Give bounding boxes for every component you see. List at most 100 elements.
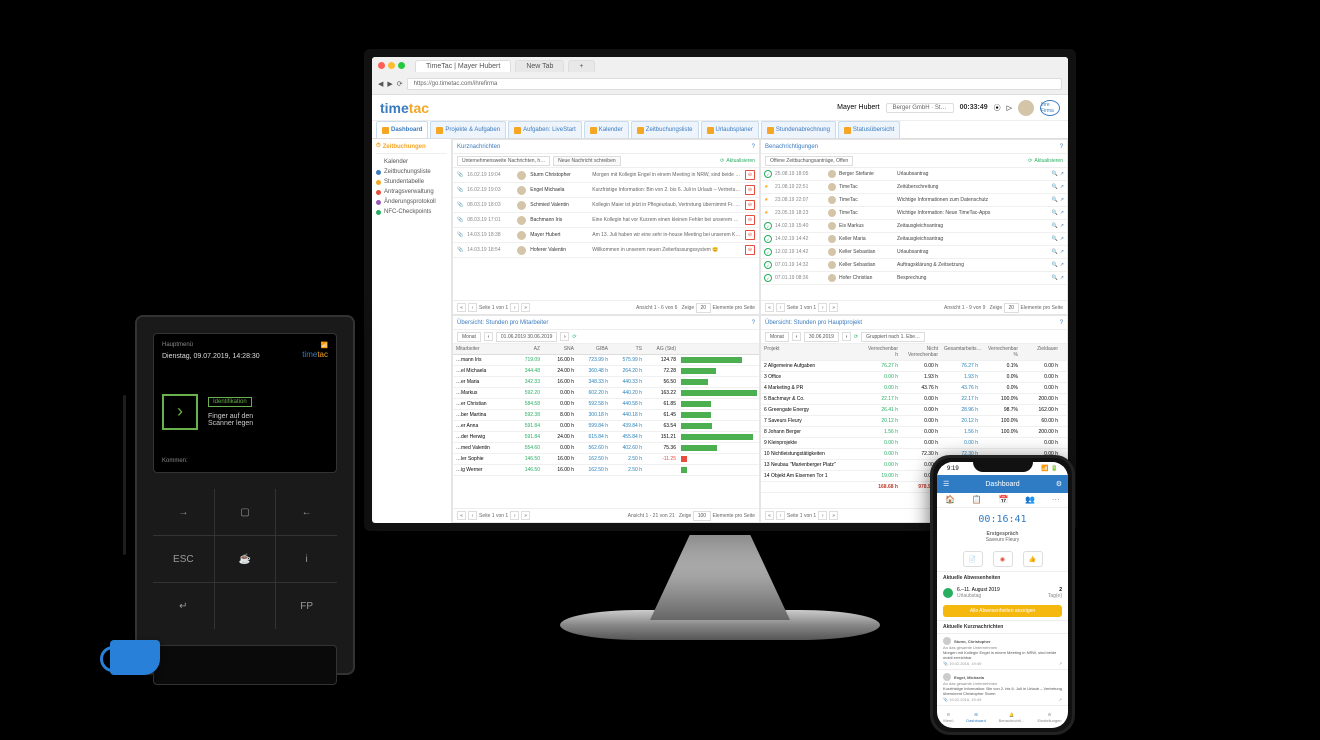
period-select[interactable]: Monat <box>457 332 481 342</box>
refresh-button[interactable]: ⟳ <box>572 334 576 340</box>
delete-icon[interactable]: ⊖ <box>745 215 755 225</box>
table-row[interactable]: …ber Martina592.388.00 h300.18 h440.18 h… <box>453 410 759 421</box>
search-icon[interactable]: 🔍 <box>1052 223 1058 229</box>
pager[interactable]: «‹Seite 1 von 1›» <box>765 511 838 520</box>
search-icon[interactable]: 🔍 <box>1052 210 1058 216</box>
refresh-button[interactable]: ⟳ Aktualisieren <box>1028 158 1063 164</box>
pager[interactable]: «‹Seite 1 von 1›» <box>457 303 530 312</box>
table-row[interactable]: …der Herwig591.8424.00 h615.84 h455.84 h… <box>453 432 759 443</box>
table-row[interactable]: …mann Iris719.0916.00 h723.99 h575.99 h1… <box>453 355 759 366</box>
sidebar-item[interactable]: Stundentabelle <box>376 177 447 187</box>
search-icon[interactable]: 🔍 <box>1052 249 1058 255</box>
table-row[interactable]: 6 Greengate Energy26.41 h0.00 h28.96 h98… <box>761 405 1067 416</box>
table-row[interactable]: 9 Kleinprojekte0.00 h0.00 h0.00 h0.00 h <box>761 438 1067 449</box>
date-range[interactable]: 01.06.2019 30.06.2019 <box>496 332 557 342</box>
message-row[interactable]: 📎14.03.19 18:38Mayer HubertAm 13. Juli h… <box>453 228 759 243</box>
help-icon[interactable]: ? <box>1060 320 1063 326</box>
notification-row[interactable]: ✓14.02.19 14:42Keller MariaZeitausgleich… <box>761 233 1067 246</box>
gear-icon[interactable]: ⚙ <box>1056 480 1062 488</box>
page-size[interactable]: 20 <box>696 303 712 313</box>
nav-tab[interactable]: Statusübersicht <box>838 121 900 138</box>
search-icon[interactable]: 🔍 <box>1052 197 1058 203</box>
open-icon[interactable]: ↗ <box>1060 236 1064 242</box>
sidebar-item[interactable]: Änderungsprotokoll <box>376 197 447 207</box>
table-row[interactable]: …el Michaela344.4824.00 h360.48 h264.20 … <box>453 366 759 377</box>
pager[interactable]: «‹Seite 1 von 1›» <box>457 511 530 520</box>
stop-button[interactable]: ◉ <box>993 551 1013 567</box>
table-row[interactable]: 4 Marketing & PR0.00 h43.76 h43.76 h0.0%… <box>761 383 1067 394</box>
nav-tab[interactable]: Kalender <box>584 121 629 138</box>
prev-period[interactable]: ‹ <box>792 332 801 341</box>
table-row[interactable]: …ig Werner146.5016.00 h162.50 h2.50 h <box>453 465 759 476</box>
open-icon[interactable]: ↗ <box>1060 197 1064 203</box>
sidebar-item[interactable]: Kalender <box>376 157 447 167</box>
nav-fwd-icon[interactable]: ▶ <box>387 80 392 88</box>
phone-nav-item[interactable]: 🔔Benachrichti… <box>999 712 1025 723</box>
phone-nav-item[interactable]: ☰Menü <box>943 712 953 723</box>
help-icon[interactable]: ? <box>752 144 755 150</box>
message-row[interactable]: 📎08.03.19 18:03Schmied ValentinKollegin … <box>453 198 759 213</box>
table-row[interactable]: 7 Saveurs Fleury20.12 h0.00 h20.12 h100.… <box>761 416 1067 427</box>
list-button[interactable]: 📄 <box>963 551 983 567</box>
open-icon[interactable]: ↗ <box>1060 262 1064 268</box>
notification-row[interactable]: ✓14.02.19 15:40Eis MarkusZeitausgleichsa… <box>761 220 1067 233</box>
group-select[interactable]: Gruppiert nach 1. Ebe… <box>861 332 925 342</box>
next-period[interactable]: › <box>842 332 851 341</box>
nav-tab[interactable]: Zeitbuchungsliste <box>631 121 699 138</box>
date-range[interactable]: 30.06.2019 <box>804 332 839 342</box>
come-arrow-icon[interactable]: › <box>162 394 198 430</box>
table-row[interactable]: …Markus592.200.00 h602.20 h440.20 h163.2… <box>453 388 759 399</box>
open-icon[interactable]: ↗ <box>1060 184 1064 190</box>
delete-icon[interactable]: ⊖ <box>745 170 755 180</box>
url-bar[interactable]: https://go.timetac.com/ihrefirma <box>407 78 1062 90</box>
timer-play-icon[interactable]: ▷ <box>1007 104 1012 112</box>
share-icon[interactable]: ↗ <box>1059 661 1062 666</box>
message-row[interactable]: 📎14.03.19 18:54Hoferer ValentinWillkomme… <box>453 243 759 258</box>
delete-icon[interactable]: ⊖ <box>745 200 755 210</box>
pause-button[interactable]: 👍 <box>1023 551 1043 567</box>
terminal-key[interactable]: ← <box>276 489 337 535</box>
nav-tab[interactable]: Urlaubsplaner <box>701 121 759 138</box>
sidebar-item[interactable]: Antragsverwaltung <box>376 187 447 197</box>
nav-tab[interactable]: Stundenabrechnung <box>761 121 836 138</box>
nav-tab[interactable]: Dashboard <box>376 121 428 138</box>
nav-reload-icon[interactable]: ⟳ <box>397 80 403 88</box>
browser-tab-add[interactable]: + <box>568 60 594 72</box>
message-row[interactable]: 📎16.02.19 19:03Engel MichaelaKurzfristig… <box>453 183 759 198</box>
share-icon[interactable]: ↗ <box>1059 697 1062 702</box>
show-all-absences-button[interactable]: Alle Abwesenheiten anzeigen <box>943 605 1062 617</box>
delete-icon[interactable]: ⊖ <box>745 230 755 240</box>
table-row[interactable]: …ler Sophie146.5016.00 h162.50 h2.50 h-1… <box>453 454 759 465</box>
open-icon[interactable]: ↗ <box>1060 210 1064 216</box>
delete-icon[interactable]: ⊖ <box>745 245 755 255</box>
browser-tab-active[interactable]: TimeTac | Mayer Hubert <box>415 60 511 72</box>
hamburger-icon[interactable]: ☰ <box>943 480 949 488</box>
open-icon[interactable]: ↗ <box>1060 249 1064 255</box>
user-avatar[interactable] <box>1018 100 1034 116</box>
refresh-button[interactable]: ⟳ <box>854 334 858 340</box>
terminal-key[interactable]: ☕ <box>215 536 276 582</box>
nav-tab[interactable]: Projekte & Aufgaben <box>430 121 506 138</box>
phone-message[interactable]: Engel, MichaelaAn das gesamte Unternehme… <box>937 669 1068 705</box>
new-message-button[interactable]: Neue Nachricht schreiben <box>553 156 621 166</box>
notification-row[interactable]: ✓07.01.19 08:36Hofer ChristianBesprechun… <box>761 272 1067 285</box>
search-icon[interactable]: 🔍 <box>1052 236 1058 242</box>
open-icon[interactable]: ↗ <box>1060 275 1064 281</box>
search-icon[interactable]: 🔍 <box>1052 275 1058 281</box>
terminal-key[interactable]: ▢ <box>215 489 276 535</box>
absence-row[interactable]: 6.–11. August 2019Urlaubstag 2Tag(e) <box>937 584 1068 602</box>
table-row[interactable]: 5 Bachmayr & Co.22.17 h0.00 h22.17 h100.… <box>761 394 1067 405</box>
terminal-key[interactable]: i <box>276 536 337 582</box>
notification-row[interactable]: ★23.05.19 18:23TimeTacWichtige Informati… <box>761 207 1067 220</box>
table-row[interactable]: …er Christian584.580.00 h592.58 h440.58 … <box>453 399 759 410</box>
search-icon[interactable]: 🔍 <box>1052 171 1058 177</box>
table-row[interactable]: 8 Johann Berger1.56 h0.00 h1.56 h100.0%2… <box>761 427 1067 438</box>
message-row[interactable]: 📎16.02.19 19:04Sturm ChristopherMorgen m… <box>453 168 759 183</box>
nav-tab[interactable]: Aufgaben: LiveStart <box>508 121 582 138</box>
window-controls[interactable] <box>378 62 405 69</box>
pager[interactable]: «‹Seite 1 von 1›» <box>765 303 838 312</box>
table-row[interactable]: …med Valentin554.600.00 h562.60 h402.60 … <box>453 443 759 454</box>
phone-nav-item[interactable]: ⚙Einstellungen <box>1038 712 1062 723</box>
table-row[interactable]: 3 Office0.00 h1.93 h1.93 h0.0%0.00 h <box>761 372 1067 383</box>
notification-row[interactable]: ★21.08.19 22:51TimeTacZeitüberschreitung… <box>761 181 1067 194</box>
